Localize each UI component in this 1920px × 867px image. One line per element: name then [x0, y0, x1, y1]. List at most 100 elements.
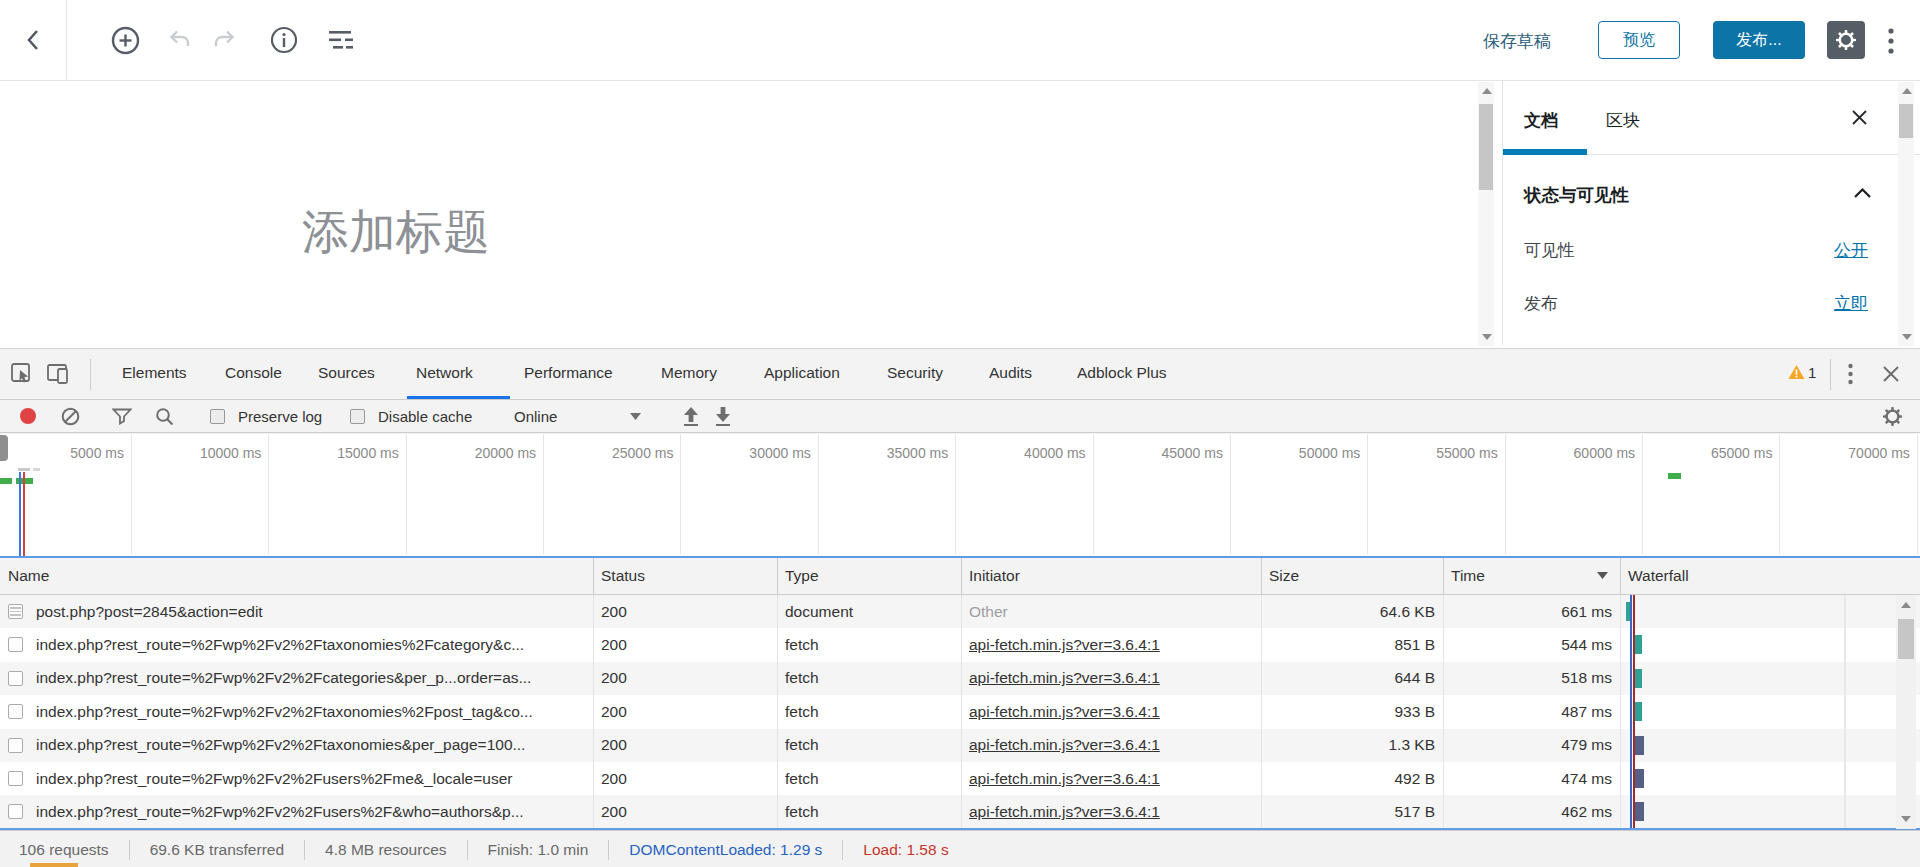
devtools-tab-application[interactable]: Application: [764, 364, 840, 382]
undo-button[interactable]: [167, 29, 193, 51]
warning-indicator[interactable]: [1788, 364, 1805, 382]
column-divider: [777, 795, 778, 828]
column-divider[interactable]: [1620, 558, 1621, 594]
initiator-cell[interactable]: api-fetch.min.js?ver=3.6.4:1: [969, 762, 1255, 795]
content-structure-button[interactable]: [270, 26, 298, 54]
warning-count[interactable]: 1: [1808, 364, 1816, 381]
preserve-log-checkbox[interactable]: [210, 400, 225, 432]
tab-document[interactable]: 文档: [1524, 109, 1558, 132]
preview-button[interactable]: 预览: [1598, 21, 1680, 59]
network-overview-timeline[interactable]: 5000 ms10000 ms15000 ms20000 ms25000 ms3…: [0, 434, 1920, 556]
status-bar-item[interactable]: Load: 1.58 s: [863, 841, 948, 859]
publish-button[interactable]: 发布...: [1713, 21, 1805, 59]
throttling-select[interactable]: Online: [514, 400, 557, 432]
column-header-time[interactable]: Time: [1451, 567, 1485, 585]
devtools-tab-console[interactable]: Console: [225, 364, 282, 382]
clear-button[interactable]: [61, 400, 80, 432]
post-title-placeholder[interactable]: 添加标题: [302, 201, 490, 264]
initiator-cell[interactable]: api-fetch.min.js?ver=3.6.4:1: [969, 662, 1255, 695]
size-cell: 517 B: [1261, 795, 1435, 828]
column-divider[interactable]: [1261, 558, 1262, 594]
chevron-up-icon[interactable]: [1853, 187, 1872, 199]
column-header-size[interactable]: Size: [1269, 567, 1299, 585]
add-block-button[interactable]: [111, 26, 140, 55]
device-toolbar-button[interactable]: [45, 362, 71, 386]
canvas-scrollbar-thumb[interactable]: [1479, 104, 1493, 190]
canvas-scrollbar[interactable]: [1478, 82, 1494, 346]
column-header-waterfall[interactable]: Waterfall: [1628, 567, 1689, 585]
tab-block[interactable]: 区块: [1606, 109, 1640, 132]
scroll-up-arrow[interactable]: [1482, 88, 1492, 94]
disable-cache-label[interactable]: Disable cache: [378, 400, 472, 432]
record-button[interactable]: [19, 400, 37, 432]
devtools-tab-security[interactable]: Security: [887, 364, 943, 382]
scroll-down-arrow[interactable]: [1902, 334, 1912, 340]
initiator-cell[interactable]: api-fetch.min.js?ver=3.6.4:1: [969, 628, 1255, 661]
column-divider[interactable]: [961, 558, 962, 594]
preserve-log-label[interactable]: Preserve log: [238, 400, 322, 432]
grid-scrollbar[interactable]: [1896, 595, 1916, 829]
column-divider: [1443, 729, 1444, 762]
network-request-row[interactable]: index.php?rest_route=%2Fwp%2Fv2%2Ftaxono…: [0, 695, 1920, 728]
time-cell: 661 ms: [1443, 595, 1612, 628]
column-divider[interactable]: [593, 558, 594, 594]
initiator-cell[interactable]: api-fetch.min.js?ver=3.6.4:1: [969, 795, 1255, 828]
overview-handle[interactable]: [0, 435, 8, 461]
status-bar-item[interactable]: DOMContentLoaded: 1.29 s: [629, 841, 822, 859]
import-har-button[interactable]: [682, 400, 700, 432]
sidebar-scrollbar[interactable]: [1898, 82, 1914, 346]
column-header-name[interactable]: Name: [8, 567, 49, 585]
grid-scrollbar-thumb[interactable]: [1898, 619, 1914, 659]
disable-cache-checkbox[interactable]: [350, 400, 365, 432]
throttling-dropdown-arrow[interactable]: [630, 400, 641, 432]
close-sidebar-button[interactable]: [1851, 109, 1868, 126]
network-request-row[interactable]: index.php?rest_route=%2Fwp%2Fv2%2Fcatego…: [0, 662, 1920, 695]
column-divider[interactable]: [1443, 558, 1444, 594]
visibility-value-link[interactable]: 公开: [1834, 239, 1868, 262]
filter-button[interactable]: [112, 400, 132, 432]
export-har-button[interactable]: [714, 400, 732, 432]
devtools-menu-button[interactable]: [1848, 363, 1853, 385]
sidebar-scrollbar-thumb[interactable]: [1899, 104, 1913, 138]
panel-status-visibility-title[interactable]: 状态与可见性: [1524, 183, 1629, 207]
network-request-row[interactable]: index.php?rest_route=%2Fwp%2Fv2%2Fusers%…: [0, 795, 1920, 828]
redo-button[interactable]: [211, 29, 237, 51]
initiator-cell[interactable]: api-fetch.min.js?ver=3.6.4:1: [969, 695, 1255, 728]
devtools-tab-network[interactable]: Network: [416, 364, 473, 382]
column-divider: [961, 628, 962, 661]
devtools-tab-adblock-plus[interactable]: Adblock Plus: [1077, 364, 1167, 382]
publish-value-link[interactable]: 立即: [1834, 292, 1868, 315]
block-navigation-button[interactable]: [329, 30, 354, 50]
search-button[interactable]: [155, 400, 174, 432]
column-divider[interactable]: [777, 558, 778, 594]
scroll-up-arrow[interactable]: [1901, 602, 1911, 608]
inspect-element-button[interactable]: [10, 362, 34, 386]
save-draft-button[interactable]: 保存草稿: [1483, 30, 1551, 53]
type-cell: document: [785, 595, 955, 628]
settings-toggle-button[interactable]: [1827, 21, 1865, 59]
scroll-down-arrow[interactable]: [1482, 334, 1492, 340]
column-header-type[interactable]: Type: [785, 567, 819, 585]
network-request-row[interactable]: index.php?rest_route=%2Fwp%2Fv2%2Ftaxono…: [0, 729, 1920, 762]
column-header-status[interactable]: Status: [601, 567, 645, 585]
devtools-tab-sources[interactable]: Sources: [318, 364, 375, 382]
more-options-button[interactable]: [1888, 27, 1894, 55]
devtools-tab-performance[interactable]: Performance: [524, 364, 613, 382]
devtools-tab-audits[interactable]: Audits: [989, 364, 1032, 382]
devtools-close-button[interactable]: [1882, 365, 1900, 383]
network-request-row[interactable]: index.php?rest_route=%2Fwp%2Fv2%2Fusers%…: [0, 762, 1920, 795]
network-request-row[interactable]: index.php?rest_route=%2Fwp%2Fv2%2Ftaxono…: [0, 628, 1920, 661]
scroll-up-arrow[interactable]: [1902, 88, 1912, 94]
sort-descending-icon[interactable]: [1597, 572, 1608, 579]
initiator-cell[interactable]: api-fetch.min.js?ver=3.6.4:1: [969, 729, 1255, 762]
network-settings-button[interactable]: [1882, 400, 1903, 432]
network-request-row[interactable]: post.php?post=2845&action=edit200documen…: [0, 595, 1920, 628]
column-divider: [1443, 762, 1444, 795]
column-header-initiator[interactable]: Initiator: [969, 567, 1020, 585]
status-bar-item: 106 requests: [19, 841, 109, 859]
devtools-tab-memory[interactable]: Memory: [661, 364, 717, 382]
scroll-down-arrow[interactable]: [1901, 816, 1911, 822]
dcl-marker-line: [19, 472, 21, 556]
back-button[interactable]: [0, 0, 67, 80]
devtools-tab-elements[interactable]: Elements: [122, 364, 187, 382]
